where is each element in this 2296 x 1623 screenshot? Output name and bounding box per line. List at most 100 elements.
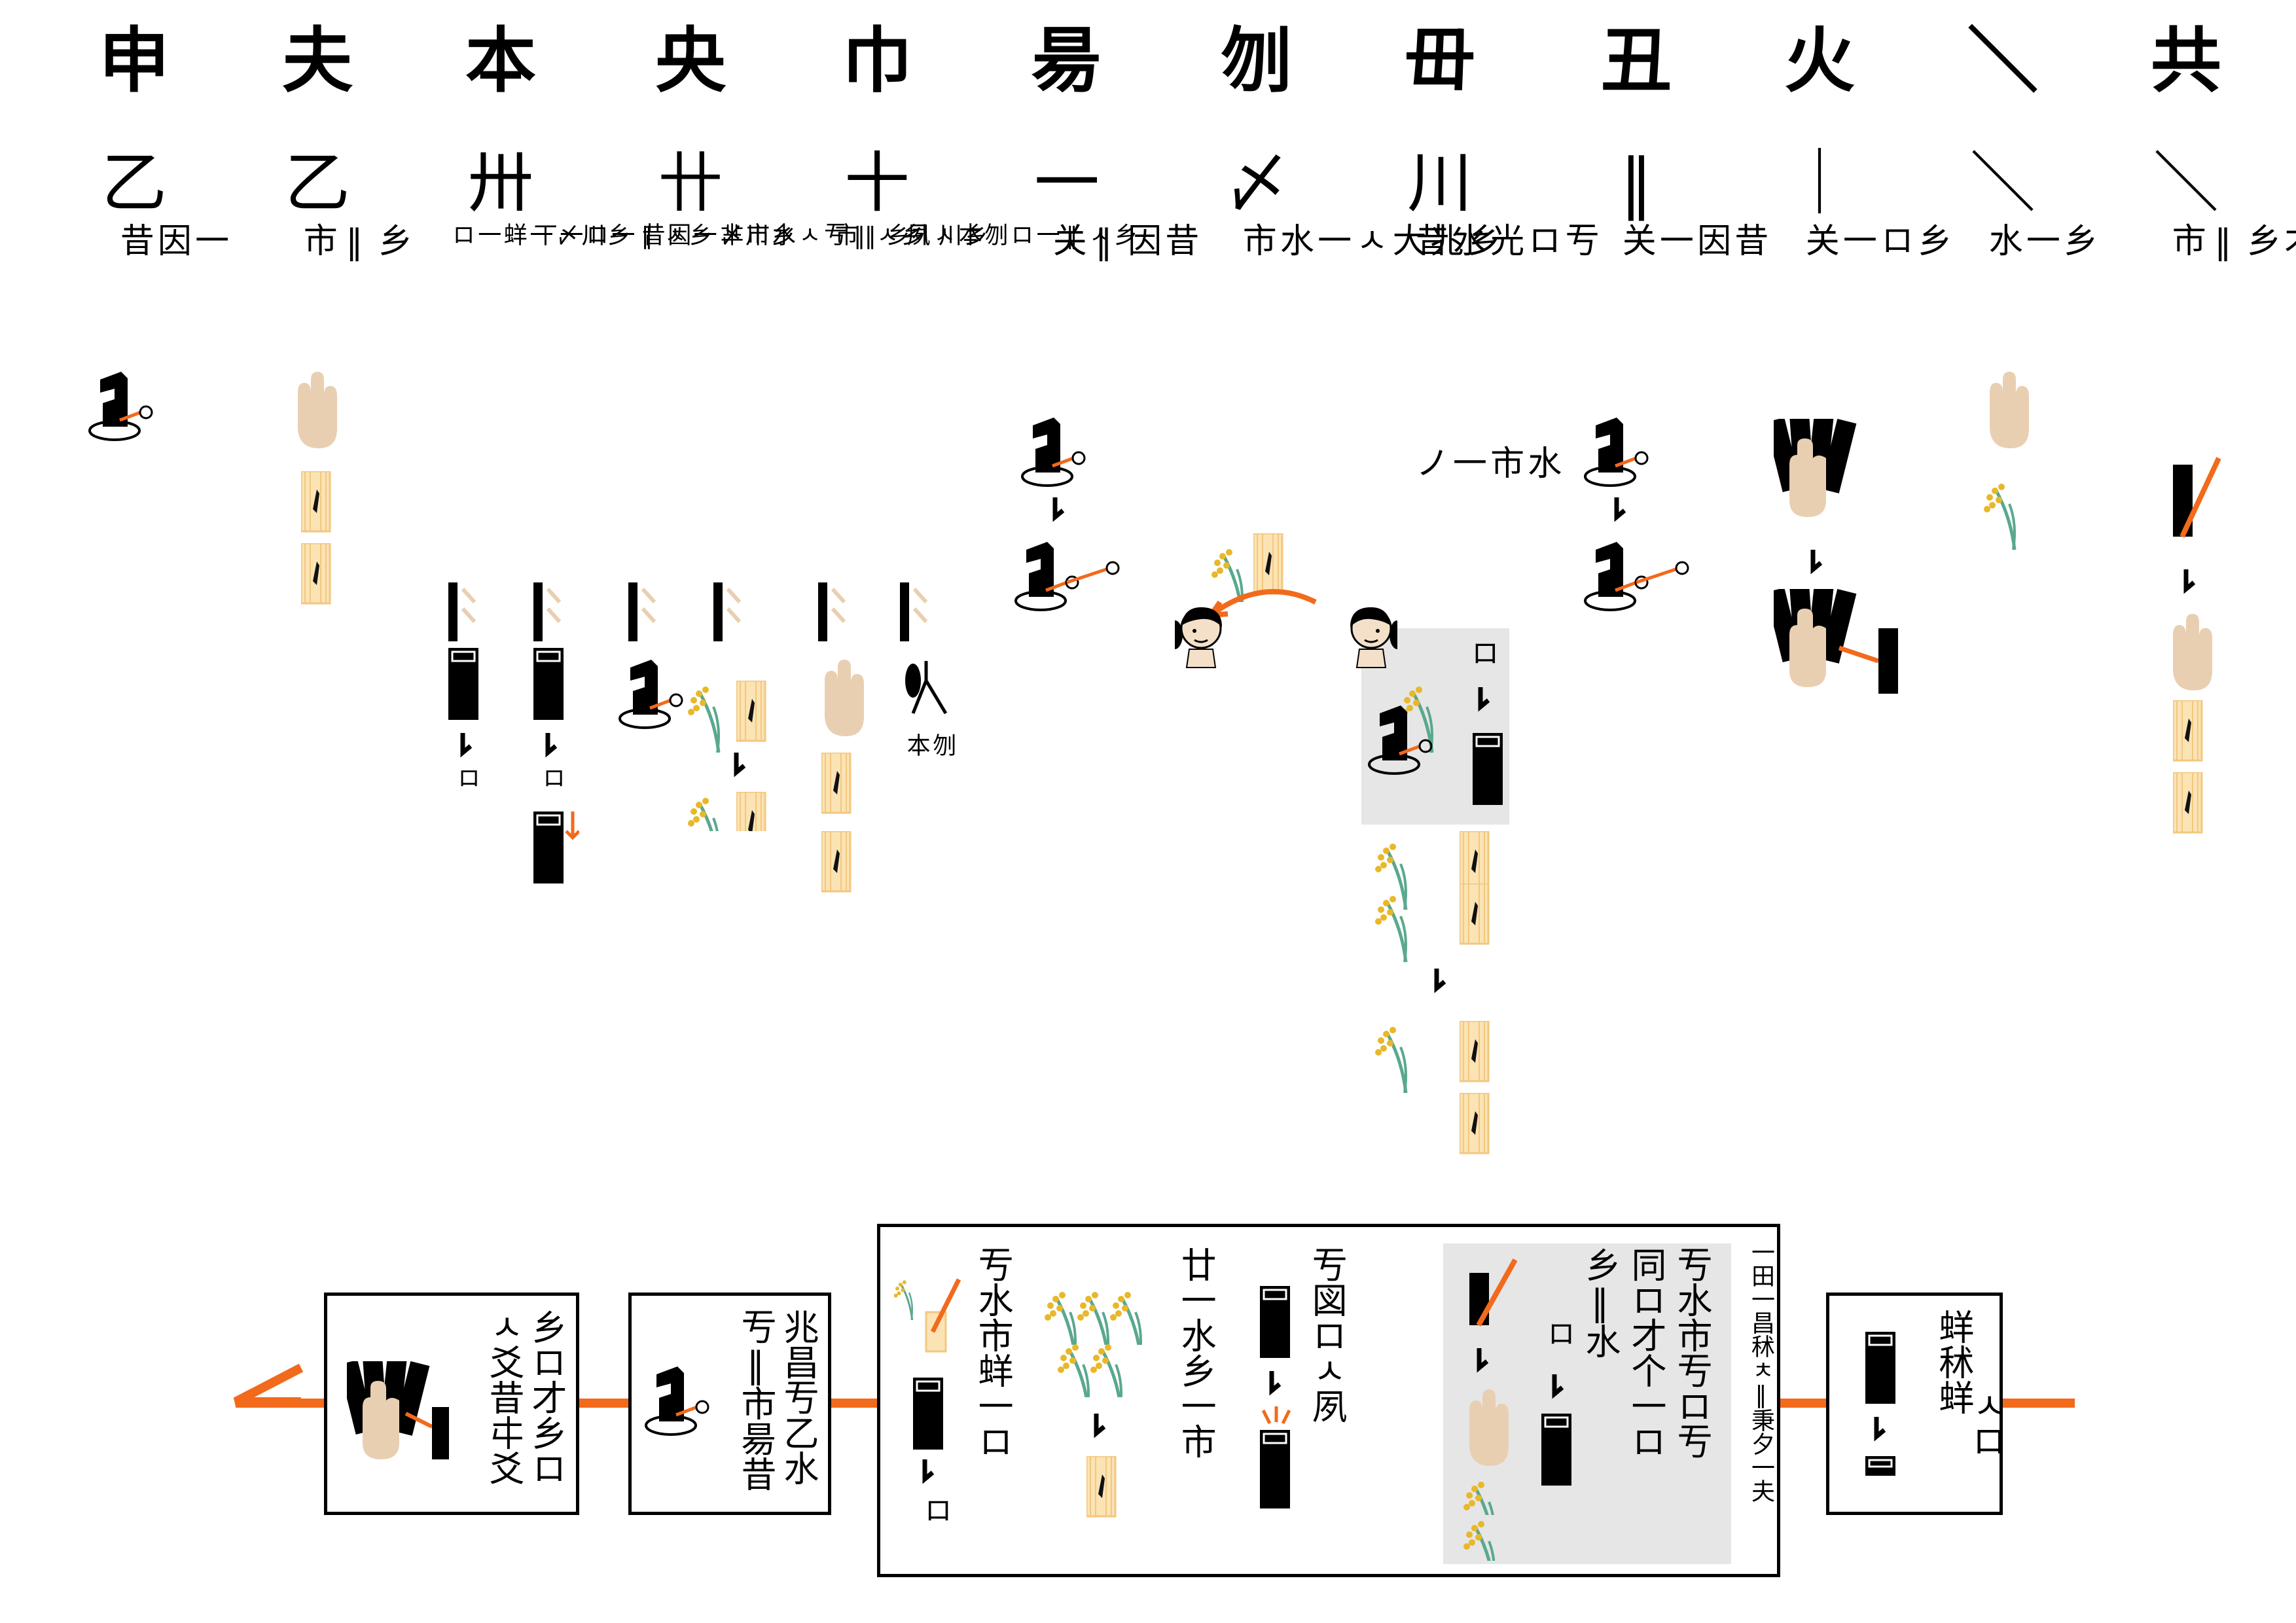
stick-with-tally-icon (628, 582, 656, 641)
column-text: 一因昔 (114, 223, 228, 258)
arrow-down-icon (1049, 497, 1075, 524)
hand-holding-sticks-icon (1774, 589, 1898, 694)
dropped-stick-icon (619, 654, 691, 733)
box-title: 一田一昌秫ㅊ‖秉夕一夫 (1748, 1240, 1774, 1503)
box-text: 亐‖市昜昔 (735, 1309, 776, 1491)
flow-box-main: 一田一昌秫ㅊ‖秉夕一夫 亐水市亐ロ亐 同ロ才个一ロ 乡‖水 ロ 亐図ロㅅ夙 廿一… (877, 1224, 1780, 1577)
column-number: 卄 (658, 145, 723, 221)
column-title: 共 (2150, 20, 2221, 102)
column-text: 乡ロ一关 (1799, 223, 1951, 258)
box-text: ㅅロ (1965, 1387, 2007, 1458)
box-text: 亐図ロㅅ夙 (1306, 1247, 1348, 1423)
card-icon (821, 831, 852, 893)
flow-box-4: 乡ロ才乡ロ ㅅ爻昔㐄爻 (324, 1293, 579, 1515)
column-text: ロ (538, 766, 565, 791)
column-number: 乙 (285, 145, 350, 221)
column-number: 川 (1407, 145, 1473, 221)
stick-icon (533, 648, 565, 721)
hand-holding-sticks-icon (347, 1361, 449, 1459)
rice-plant-icon (1090, 1332, 1129, 1397)
stick-icon (448, 648, 480, 721)
box-text: 廿一水乡一市 (1175, 1247, 1217, 1459)
card-icon (821, 753, 852, 814)
stick-with-tally-icon (818, 582, 846, 641)
hand-icon (1469, 1389, 1509, 1466)
card-icon (2173, 700, 2203, 762)
column-text: 刎本 (903, 733, 956, 758)
column-title: 毌 (1404, 20, 1475, 102)
box-text: 兆昌亐乙水 (778, 1309, 819, 1486)
stick-with-tally-icon (533, 582, 562, 641)
arrow-down-icon (456, 733, 482, 759)
column-text: 乡一水 (1982, 223, 2097, 258)
card-icon (1460, 883, 1490, 945)
column-number: 十 (844, 145, 910, 221)
hand-icon (298, 372, 337, 448)
box-text: 乡‖水 (1579, 1247, 1621, 1359)
column-number: ＼ (1970, 145, 2036, 221)
dropped-stick-icon (1368, 700, 1440, 779)
column-title: 丑 (1600, 20, 1672, 102)
arrow-down-icon (1870, 1417, 1896, 1443)
arrow-down-icon (918, 1459, 944, 1486)
card-icon (736, 681, 766, 742)
fork-icon (905, 661, 948, 715)
column-text: ロ (453, 766, 480, 791)
stick-icon (913, 1378, 944, 1451)
column-text: 昔因一关 (1616, 223, 1768, 258)
rice-plant-icon (1983, 471, 2036, 556)
column-title: 昜 (1031, 20, 1102, 102)
stick-with-orange-rod-icon (893, 1278, 961, 1353)
stick-with-tally-icon (900, 582, 928, 641)
dropped-stick-icon (1021, 412, 1093, 491)
box-text: ㅅ爻昔㐄爻 (483, 1309, 524, 1486)
column-title: 夫 (281, 20, 353, 102)
flow-box-3: 兆昌亐乙水 亐‖市昜昔 (628, 1293, 831, 1515)
column-number: 〆 (1224, 145, 1289, 221)
rice-plant-icon (1374, 1014, 1427, 1099)
card-icon (301, 543, 331, 605)
rice-plant-icon (687, 674, 740, 753)
column-number: ＼ (2153, 145, 2219, 221)
rice-plant-icon (1463, 1508, 1509, 1561)
box-text: 亐水市亐ロ亐 (1671, 1247, 1712, 1459)
box-text: ロ (918, 1495, 952, 1524)
rice-plant-icon (1374, 883, 1427, 969)
arrow-down-icon (1430, 969, 1456, 995)
column-title: 巾 (841, 20, 912, 102)
column-number: 卅 (468, 145, 533, 221)
arrow-down-icon (541, 733, 567, 759)
stick-icon (1260, 1286, 1291, 1359)
column-title: ＼ (1967, 20, 2038, 102)
stick-icon (533, 812, 579, 885)
card-icon (736, 792, 766, 831)
hand-holding-sticks-icon (1774, 419, 1857, 517)
stick-with-orange-rod-icon (2173, 457, 2221, 538)
stick-icon (1865, 1332, 1897, 1405)
person-icon (1175, 606, 1223, 669)
arrow-down-icon (1548, 1374, 1574, 1400)
stick-with-orange-rod-icon (1469, 1258, 1518, 1327)
card-icon (301, 471, 331, 533)
dropped-stick-icon (88, 366, 160, 445)
box-text: 亐水市蛘一ロ (972, 1247, 1014, 1459)
stick-icon (1473, 733, 1504, 806)
column-title: 本 (465, 20, 536, 102)
card-icon (1086, 1456, 1117, 1518)
column-title: 央 (655, 20, 726, 102)
rice-plant-icon (687, 785, 740, 831)
dropped-stick-icon (645, 1361, 717, 1440)
card-icon (1460, 1021, 1490, 1082)
person-icon (1349, 606, 1397, 669)
flow-box-start: 蛘秫蛘 ㅅロ (1826, 1293, 2007, 1515)
flow-arrowhead-icon (233, 1363, 304, 1406)
stick-icon (1865, 1456, 1895, 1476)
arrow-down-icon (730, 753, 756, 779)
column-title: 刎 (1221, 20, 1292, 102)
column-title: 火 (1784, 20, 1855, 102)
column-number: 乙 (101, 145, 167, 221)
column-text: 乡‖市 (297, 223, 412, 263)
column-number: 一 (1034, 145, 1100, 221)
arrow-down-icon (1265, 1371, 1291, 1397)
column-text: 同才乡‖市 (2166, 223, 2296, 263)
